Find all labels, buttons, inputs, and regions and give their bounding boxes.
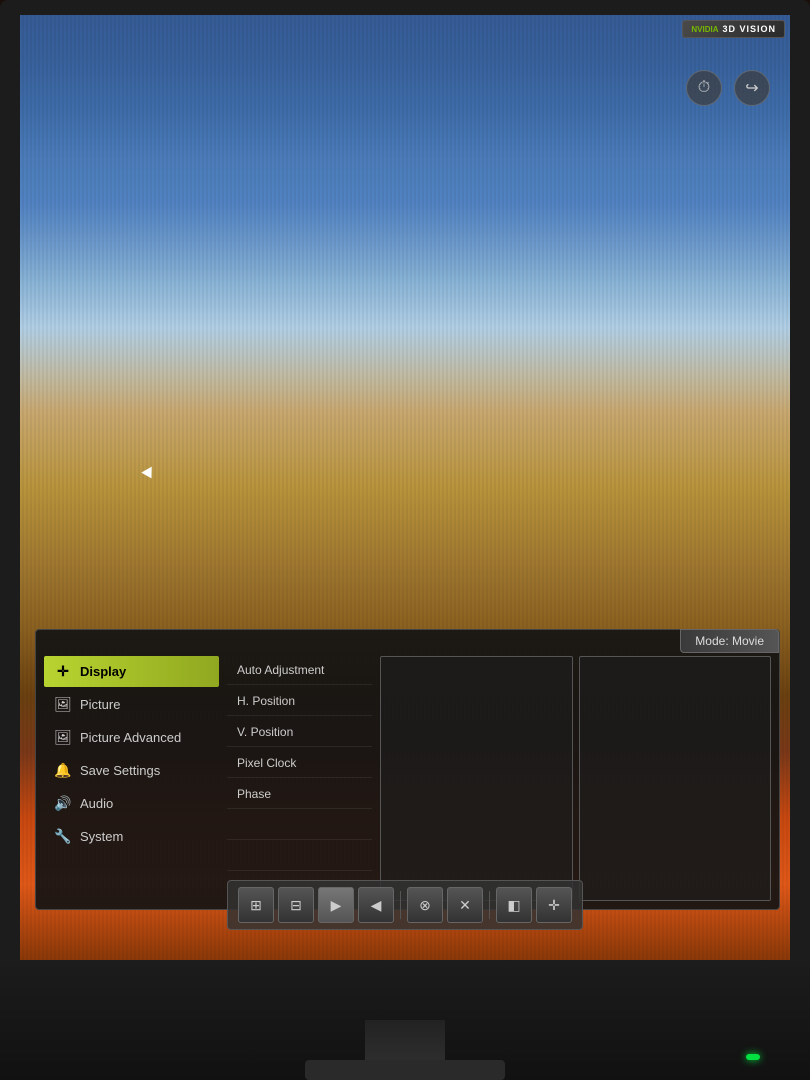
toolbar-btn-8[interactable]: ✛ [536,887,572,923]
picture-icon: 🖼 [54,696,72,713]
toolbar-separator-2 [489,891,490,919]
toolbar-btn-3[interactable]: ▶ [318,887,354,923]
share-icon-button[interactable]: ↪ [734,70,770,106]
toolbar-btn-4[interactable]: ◀ [358,887,394,923]
nvidia-logo: NVIDIA [691,25,718,34]
system-icon: 🔧 [54,828,72,845]
save-settings-icon: 🔔 [54,762,72,779]
nav-item-system[interactable]: 🔧 System [44,821,219,852]
toolbar-btn-5[interactable]: ⊗ [407,887,443,923]
toolbar-separator [400,891,401,919]
option-phase[interactable]: Phase [227,780,372,809]
3d-vision-text: 3D VISION [722,24,776,34]
nav-item-picture-advanced[interactable]: 🖼 Picture Advanced [44,722,219,753]
option-empty-1 [227,811,372,840]
display-icon: ✛ [54,663,72,680]
option-pixel-clock[interactable]: Pixel Clock [227,749,372,778]
nav-item-audio[interactable]: 🔊 Audio [44,788,219,819]
nav-label-display: Display [80,664,126,679]
screen: NVIDIA 3D VISION ⏱ ↪ Mode: Movie ✛ Displ… [20,15,790,960]
clock-icon-button[interactable]: ⏱ [686,70,722,106]
toolbar-btn-7[interactable]: ◧ [496,887,532,923]
stand-base [305,1060,505,1080]
nav-item-display[interactable]: ✛ Display [44,656,219,687]
cloud-overlay [20,15,790,374]
nav-label-picture: Picture [80,697,120,712]
audio-icon: 🔊 [54,795,72,812]
toolbar-btn-6[interactable]: ✕ [447,887,483,923]
nav-label-system: System [80,829,123,844]
option-v-position[interactable]: V. Position [227,718,372,747]
osd-content: ✛ Display 🖼 Picture 🖼 Picture Advanced 🔔… [44,656,771,901]
option-h-position[interactable]: H. Position [227,687,372,716]
nav-label-save-settings: Save Settings [80,763,160,778]
nav-label-audio: Audio [80,796,113,811]
nav-item-picture[interactable]: 🖼 Picture [44,689,219,720]
monitor-bezel: NVIDIA 3D VISION ⏱ ↪ Mode: Movie ✛ Displ… [0,0,810,1080]
nvidia-badge: NVIDIA 3D VISION [682,20,785,38]
nav-label-picture-advanced: Picture Advanced [80,730,181,745]
osd-panels [380,656,771,901]
osd-menu: Mode: Movie ✛ Display 🖼 Picture 🖼 Pictur… [35,629,780,910]
power-led [746,1054,760,1060]
osd-panel-left [380,656,573,901]
bottom-toolbar: ⊞ ⊟ ▶ ◀ ⊗ ✕ ◧ ✛ [227,880,583,930]
toolbar-btn-1[interactable]: ⊞ [238,887,274,923]
nav-item-save-settings[interactable]: 🔔 Save Settings [44,755,219,786]
bottom-bezel [0,960,810,1080]
osd-nav: ✛ Display 🖼 Picture 🖼 Picture Advanced 🔔… [44,656,219,901]
top-icons-container: ⏱ ↪ [686,70,770,106]
mode-indicator: Mode: Movie [680,629,779,653]
osd-options: Auto Adjustment H. Position V. Position … [227,656,372,901]
picture-advanced-icon: 🖼 [54,729,72,746]
toolbar-btn-2[interactable]: ⊟ [278,887,314,923]
osd-panel-right [579,656,772,901]
option-empty-2 [227,842,372,871]
option-auto-adjustment[interactable]: Auto Adjustment [227,656,372,685]
